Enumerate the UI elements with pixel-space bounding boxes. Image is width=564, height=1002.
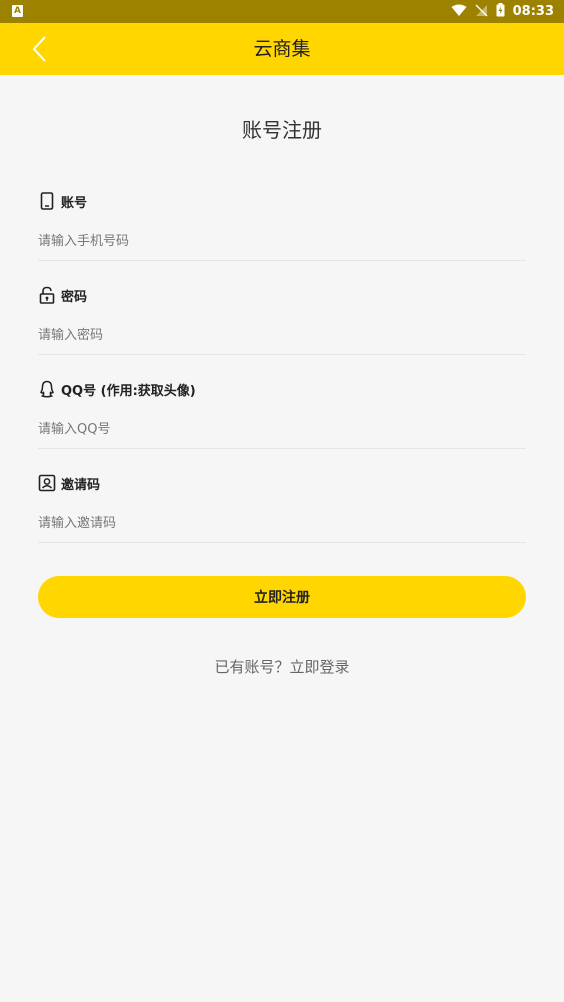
login-prompt-text: 已有账号？	[214, 658, 290, 676]
qq-input[interactable]	[38, 418, 526, 440]
lock-icon	[38, 286, 56, 304]
phone-input[interactable]	[38, 230, 526, 252]
password-field: 密码	[38, 284, 526, 355]
status-icons: 08:33	[451, 0, 554, 23]
qq-icon	[38, 380, 56, 398]
wifi-icon	[451, 2, 467, 21]
qq-field: QQ号 (作用:获取头像)	[38, 378, 526, 449]
app-bar: 云商集	[0, 23, 564, 75]
clock: 08:33	[512, 4, 554, 19]
invite-code-label: 邀请码	[38, 472, 100, 494]
password-input[interactable]	[38, 324, 526, 346]
notification-icon: A	[12, 5, 23, 17]
invite-code-field: 邀请码	[38, 472, 526, 543]
password-label-text: 密码	[61, 289, 88, 305]
app-title: 云商集	[253, 38, 311, 60]
page-title: 账号注册	[242, 118, 322, 142]
phone-icon	[38, 192, 56, 210]
battery-charging-icon	[496, 2, 505, 21]
password-label: 密码	[38, 284, 87, 306]
status-bar: A 08:33	[0, 0, 564, 23]
account-label: 账号	[38, 190, 87, 212]
signal-off-icon	[475, 2, 488, 21]
register-button[interactable]: 立即注册	[38, 576, 526, 618]
login-link[interactable]: 立即登录	[290, 658, 350, 676]
invite-code-label-text: 邀请码	[61, 477, 101, 493]
login-prompt-row: 已有账号？立即登录	[0, 656, 564, 677]
qq-label: QQ号 (作用:获取头像)	[38, 378, 196, 400]
qq-label-text: QQ号 (作用:获取头像)	[61, 383, 196, 399]
account-field: 账号	[38, 190, 526, 261]
invite-code-input[interactable]	[38, 512, 526, 534]
contact-card-icon	[38, 474, 56, 492]
account-label-text: 账号	[61, 195, 88, 211]
